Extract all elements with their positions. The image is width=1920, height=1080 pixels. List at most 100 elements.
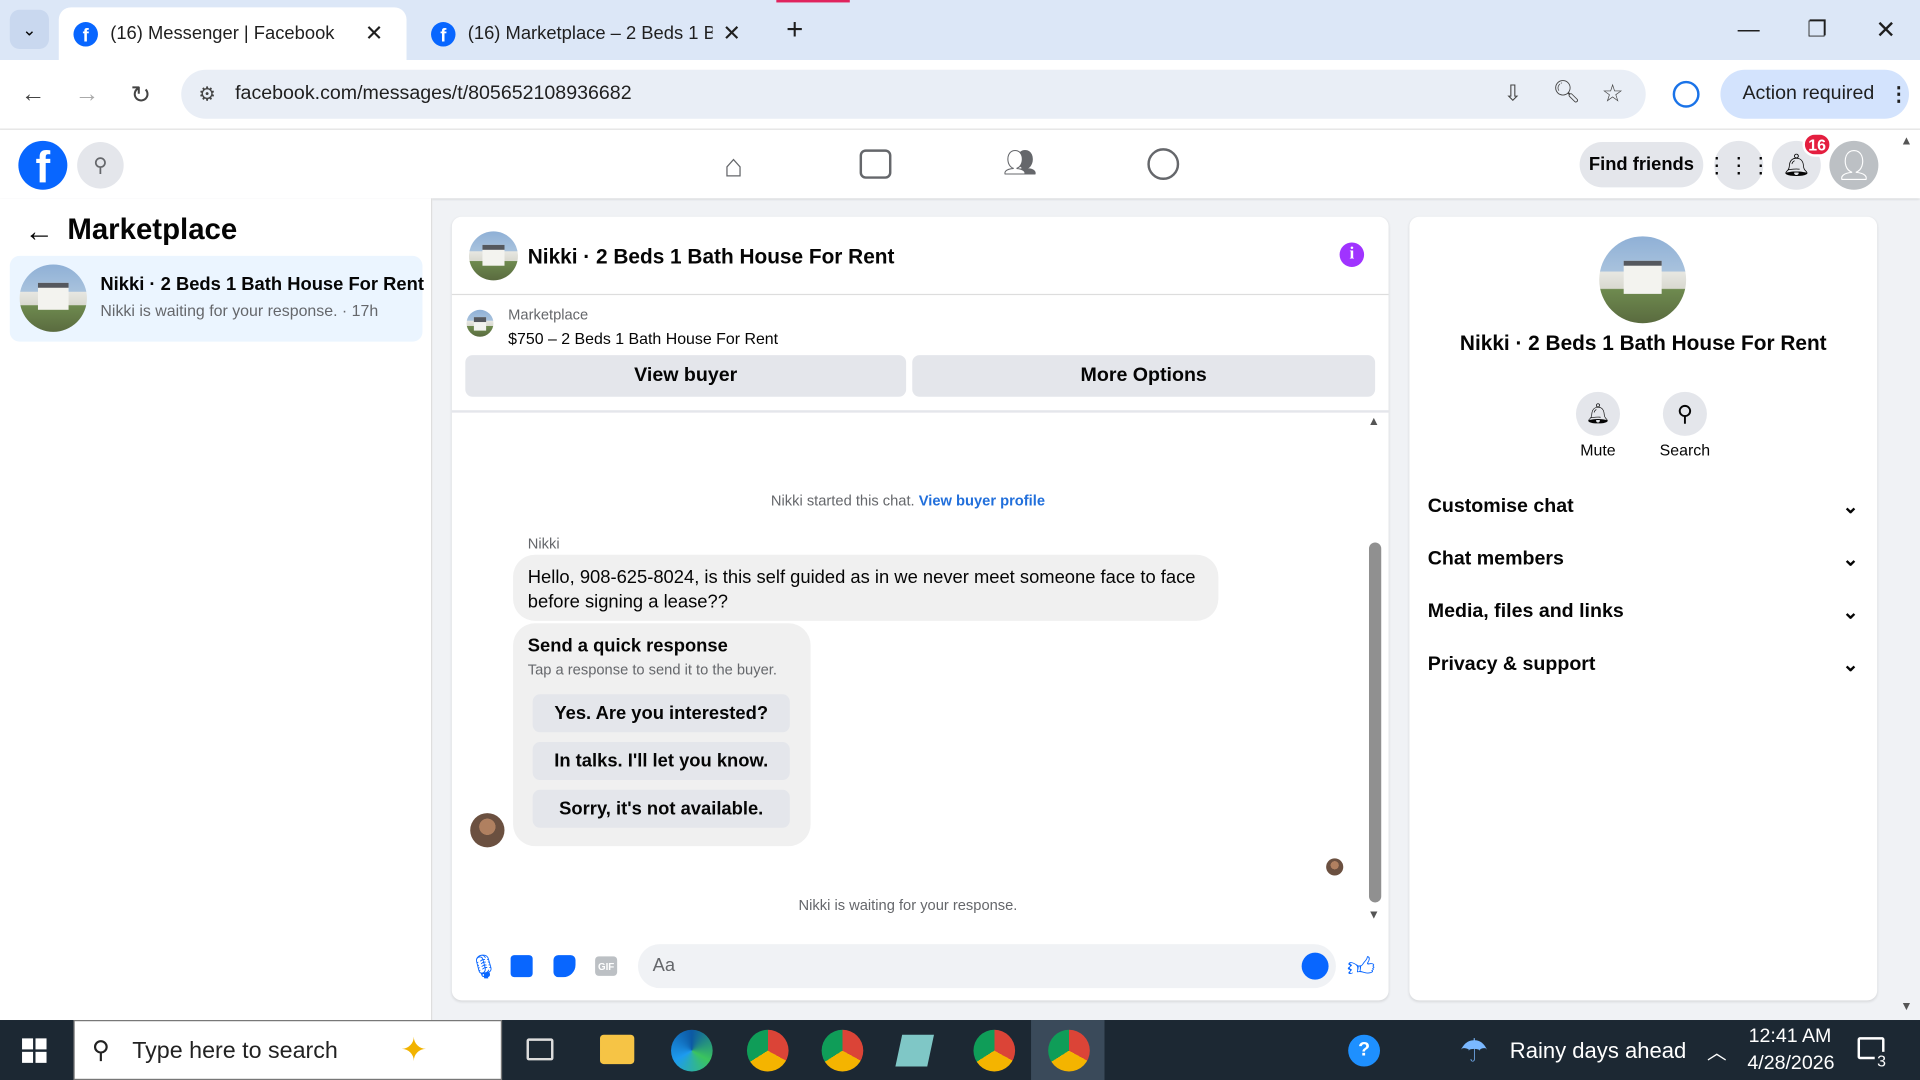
browser-toolbar: ← → ↻ ⚙ facebook.com/messages/t/80565210… (0, 60, 1920, 130)
message-input[interactable]: Aa (637, 944, 1336, 989)
friends-icon[interactable]: 👥︎ (1002, 147, 1039, 181)
tray-chevron-icon[interactable]: ︿ (1707, 1036, 1727, 1065)
action-required-label: Action required (1742, 83, 1875, 105)
section-label: Chat members (1427, 548, 1564, 570)
bell-icon: 🔔︎ (1782, 152, 1811, 177)
page-scroll-down-arrow[interactable]: ▼ (1900, 1000, 1912, 1013)
restore-button[interactable]: ❐ (1783, 0, 1852, 60)
scroll-down-arrow[interactable]: ▼ (1368, 909, 1380, 922)
conversation-list-item[interactable]: Nikki · 2 Beds 1 Bath House For Rent Nik… (9, 255, 424, 342)
fb-search-button[interactable]: ⚲ (77, 142, 124, 189)
edge-icon[interactable] (671, 1029, 713, 1072)
chat-title[interactable]: Nikki · 2 Beds 1 Bath House For Rent (528, 245, 895, 269)
emoji-icon[interactable] (1301, 952, 1329, 980)
action-required-button[interactable]: Action required ⋮ (1720, 69, 1909, 119)
install-app-icon[interactable]: ⇩ (1504, 81, 1522, 107)
clock-time[interactable]: 12:41 AM (1749, 1026, 1832, 1048)
tab-title: (16) Marketplace – 2 Beds 1 Bat (467, 23, 713, 45)
sidebar-title: Marketplace (67, 213, 238, 247)
like-thumb-icon[interactable]: 👍︎ (1347, 950, 1375, 983)
address-bar[interactable]: ⚙ facebook.com/messages/t/80565210893668… (181, 69, 1646, 119)
quick-response-sorry[interactable]: Sorry, it's not available. (532, 789, 790, 828)
gif-icon[interactable]: GIF (595, 956, 618, 976)
section-label: Media, files and links (1427, 601, 1624, 623)
close-tab-icon[interactable]: ✕ (722, 21, 740, 47)
back-arrow-icon[interactable]: ← (24, 216, 53, 250)
photo-icon[interactable] (510, 955, 533, 978)
tab-marketplace[interactable]: f (16) Marketplace – 2 Beds 1 Bat ✕ (416, 7, 764, 60)
scrollbar-thumb[interactable] (1368, 542, 1382, 903)
conversation-preview: Nikki is waiting for your response. · 17… (100, 301, 379, 320)
info-icon[interactable]: i (1339, 242, 1365, 267)
more-options-button[interactable]: More Options (912, 355, 1376, 397)
facebook-logo[interactable]: f (18, 140, 68, 190)
privacy-support-section[interactable]: Privacy & support ⌄ (1428, 647, 1859, 684)
site-info-icon[interactable]: ⚙ (198, 82, 216, 106)
kebab-menu-icon: ⋮ (1888, 84, 1909, 106)
groups-icon[interactable] (1147, 148, 1180, 181)
close-tab-icon[interactable]: ✕ (365, 21, 383, 47)
quick-response-in-talks[interactable]: In talks. I'll let you know. (532, 742, 790, 781)
profile-icon[interactable] (1672, 80, 1700, 108)
bell-icon: 🔔︎ (1585, 404, 1611, 425)
info-name: Nikki · 2 Beds 1 Bath House For Rent (1459, 331, 1827, 356)
notification-badge: 16 (1802, 132, 1832, 157)
close-window-button[interactable]: ✕ (1851, 0, 1920, 60)
mute-button[interactable]: 🔔︎ (1575, 391, 1621, 436)
reload-button[interactable]: ↻ (122, 76, 159, 113)
help-alert-icon[interactable]: ? (1348, 1034, 1381, 1067)
mute-label: Mute (1580, 440, 1616, 460)
tab-messenger[interactable]: f (16) Messenger | Facebook ✕ (58, 7, 407, 61)
facebook-header: f ⚲ ⌂ 👥︎ Find friends ⋮⋮⋮ 🔔︎ 16 👤︎ (0, 129, 1920, 199)
file-explorer-icon[interactable] (600, 1034, 635, 1065)
customise-chat-section[interactable]: Customise chat ⌄ (1428, 489, 1859, 526)
scroll-up-arrow[interactable]: ▲ (1368, 415, 1380, 428)
weather-text[interactable]: Rainy days ahead (1510, 1038, 1686, 1064)
clock-date[interactable]: 4/28/2026 (1747, 1053, 1834, 1075)
chrome-window-icon[interactable] (973, 1029, 1016, 1072)
view-buyer-button[interactable]: View buyer (465, 355, 907, 397)
notes-app-icon[interactable] (895, 1034, 935, 1067)
search-in-chat-button[interactable]: ⚲ (1662, 391, 1707, 436)
zoom-icon[interactable]: 🔍︎ (1553, 80, 1581, 106)
view-buyer-profile-link[interactable]: View buyer profile (919, 492, 1045, 509)
message-input-placeholder: Aa (652, 955, 676, 976)
chrome-icon[interactable] (746, 1029, 789, 1072)
find-friends-button[interactable]: Find friends (1579, 142, 1704, 188)
windows-taskbar: ⚲ Type here to search ✦ ? ☂ Rainy days a… (0, 1020, 1920, 1080)
listing-title[interactable]: $750 – 2 Beds 1 Bath House For Rent (508, 329, 778, 347)
minimize-button[interactable]: — (1714, 0, 1783, 60)
page-scroll-up-arrow[interactable]: ▲ (1900, 135, 1912, 148)
chat-panel: Nikki · 2 Beds 1 Bath House For Rent i M… (451, 216, 1389, 1001)
sticker-icon[interactable] (553, 955, 576, 978)
video-icon[interactable] (859, 149, 892, 179)
conversation-info-panel: Nikki · 2 Beds 1 Bath House For Rent 🔔︎ … (1409, 216, 1878, 1001)
chat-members-section[interactable]: Chat members ⌄ (1428, 541, 1859, 578)
taskbar-search-box[interactable]: ⚲ Type here to search ✦ (73, 1020, 503, 1080)
bookmark-star-icon[interactable]: ☆ (1602, 78, 1624, 109)
quick-response-yes[interactable]: Yes. Are you interested? (532, 694, 790, 733)
tab-search-button[interactable]: ⌄ (9, 9, 49, 49)
home-icon[interactable]: ⌂ (715, 147, 752, 184)
message-bubble[interactable]: Hello, 908-625-8024, is this self guided… (513, 554, 1219, 621)
waiting-status: Nikki is waiting for your response. (798, 896, 1018, 914)
chrome-active-icon (1048, 1029, 1090, 1072)
listing-thumbnail (19, 264, 87, 332)
account-avatar[interactable]: 👤︎ (1829, 140, 1879, 190)
task-view-icon[interactable] (526, 1038, 554, 1061)
browser-tab-strip: ⌄ f (16) Messenger | Facebook ✕ f (16) M… (0, 0, 1920, 61)
chat-avatar[interactable] (468, 231, 518, 281)
listing-thumbnail-small (466, 309, 494, 337)
active-app-highlight[interactable] (1031, 1020, 1105, 1080)
back-button[interactable]: ← (15, 76, 52, 113)
chevron-down-icon: ⌄ (22, 18, 37, 39)
chrome-profile-icon[interactable] (821, 1029, 864, 1072)
sender-avatar (470, 813, 505, 848)
microphone-icon[interactable]: 🎙︎ (469, 953, 499, 982)
forward-button[interactable]: → (69, 76, 106, 113)
new-tab-button[interactable]: + (779, 13, 811, 46)
windows-start-icon[interactable] (22, 1038, 47, 1063)
menu-button[interactable]: ⋮⋮⋮ (1706, 140, 1772, 190)
search-highlight-icon: ✦ (400, 1031, 428, 1068)
media-files-links-section[interactable]: Media, files and links ⌄ (1428, 594, 1859, 631)
